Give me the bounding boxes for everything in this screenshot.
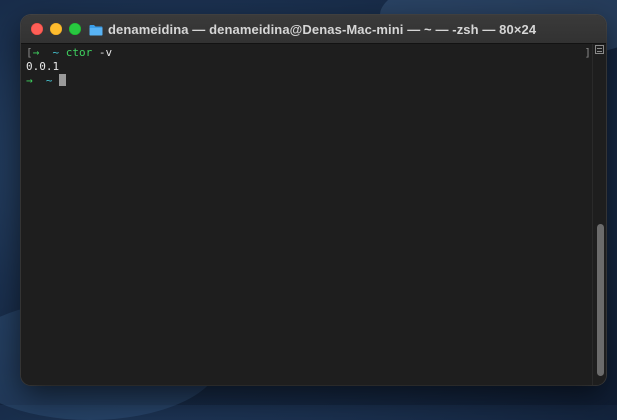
command-output: 0.0.1 <box>26 60 60 73</box>
minimize-window-button[interactable] <box>50 23 62 35</box>
prompt-cwd: ~ <box>45 74 53 87</box>
terminal-content[interactable]: [→ ~ ctor -v 0.0.1 → ~ ] <box>21 44 606 385</box>
terminal-line-command: [→ ~ ctor -v <box>26 46 590 60</box>
text-cursor <box>59 74 67 86</box>
prompt-arrow: → <box>32 46 40 59</box>
close-window-button[interactable] <box>31 23 43 35</box>
title-bar[interactable]: denameidina — denameidina@Denas-Mac-mini… <box>21 15 606 44</box>
mark-bracket: [ <box>26 46 33 59</box>
mark-bracket-right: ] <box>584 46 591 59</box>
zoom-window-button[interactable] <box>69 23 81 35</box>
command-args: -v <box>92 46 113 59</box>
terminal-output[interactable]: [→ ~ ctor -v 0.0.1 → ~ <box>26 46 590 88</box>
folder-icon <box>89 23 103 36</box>
terminal-line-output: 0.0.1 <box>26 60 590 74</box>
prompt-arrow: → <box>26 74 33 87</box>
terminal-line-prompt: → ~ <box>26 74 590 88</box>
window-title-group: denameidina — denameidina@Denas-Mac-mini… <box>89 15 536 43</box>
prompt-cwd: ~ <box>52 46 60 59</box>
window-title: denameidina — denameidina@Denas-Mac-mini… <box>108 21 537 37</box>
command-name: ctor <box>65 46 93 59</box>
vertical-scrollbar[interactable] <box>592 44 606 385</box>
scrollbar-thumb[interactable] <box>597 224 604 376</box>
terminal-window: denameidina — denameidina@Denas-Mac-mini… <box>21 15 606 385</box>
split-pane-icon[interactable] <box>595 45 604 54</box>
